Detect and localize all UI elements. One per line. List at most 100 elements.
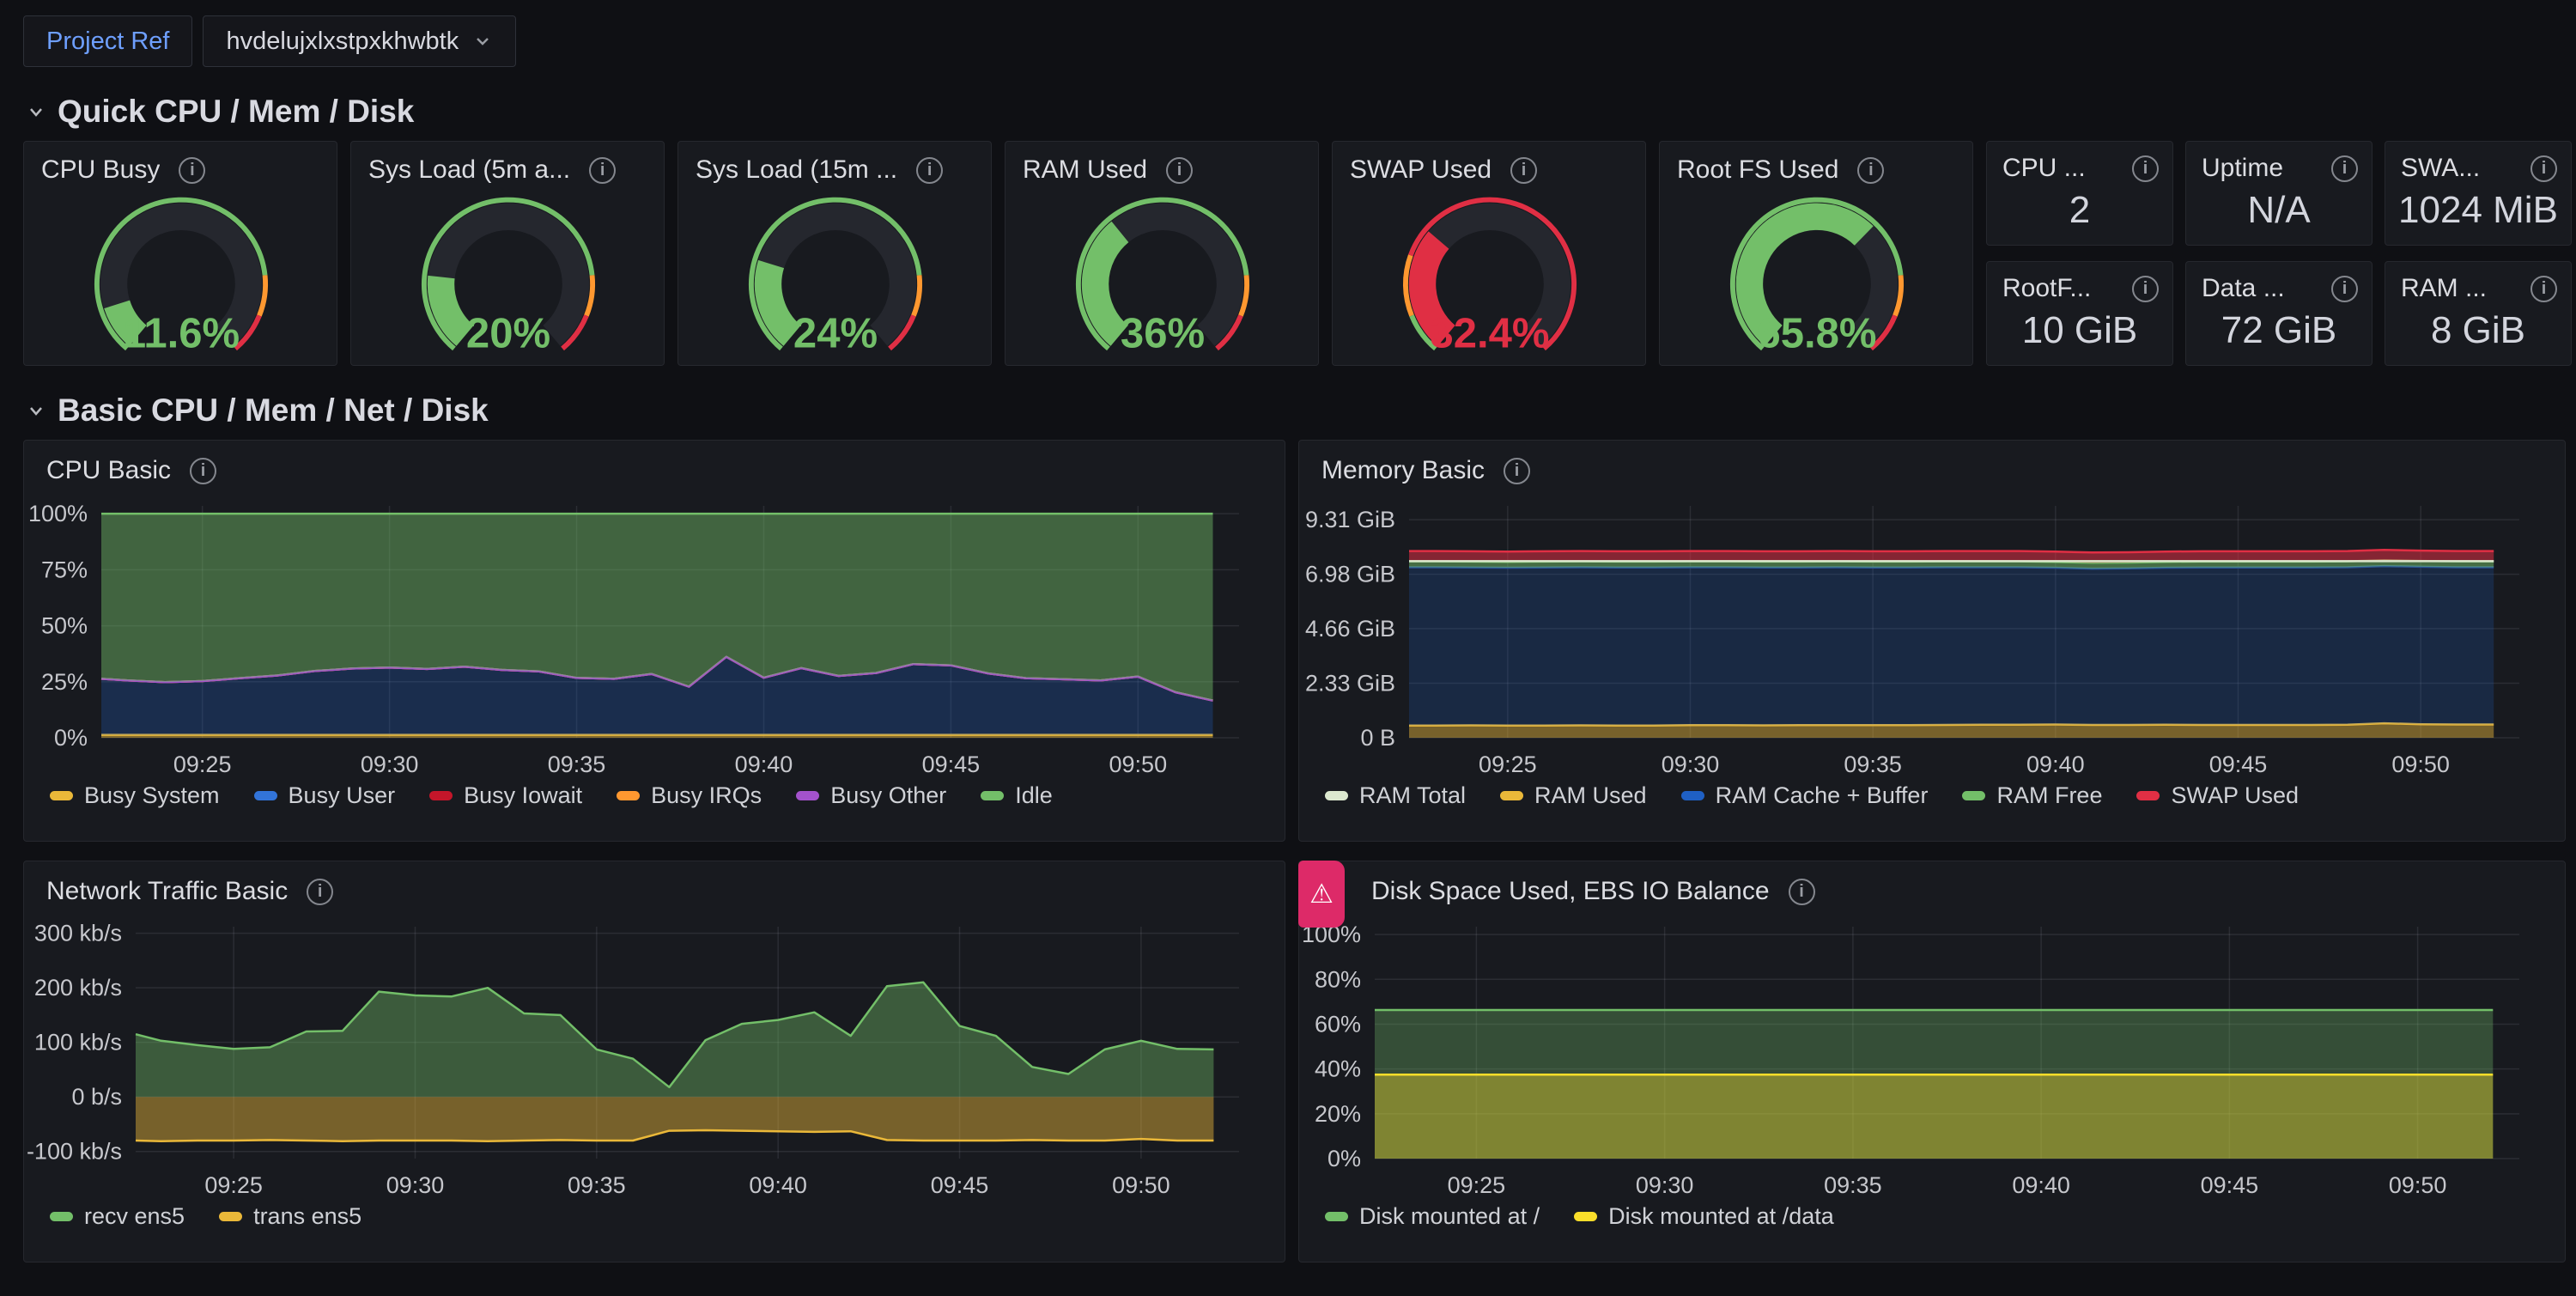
legend-item-trans-ens5[interactable]: trans ens5: [219, 1203, 361, 1230]
info-icon[interactable]: i: [2132, 155, 2159, 182]
legend-item-busy-system[interactable]: Busy System: [50, 782, 220, 809]
panel-title[interactable]: Disk Space Used, EBS IO Balance: [1371, 877, 1770, 906]
info-icon[interactable]: i: [589, 157, 616, 184]
panel-title[interactable]: RAM ...: [2401, 274, 2487, 303]
legend-item-busy-irqs[interactable]: Busy IRQs: [617, 782, 762, 809]
info-icon[interactable]: i: [1857, 157, 1884, 184]
chart-cpu[interactable]: 100%75%50%25%0%09:2509:3009:3509:4009:45…: [24, 492, 1286, 776]
svg-text:300 kb/s: 300 kb/s: [34, 921, 122, 946]
chevron-down-icon: [472, 31, 493, 52]
chart-disk[interactable]: 100%80%60%40%20%0%09:2509:3009:3509:4009…: [1299, 913, 2567, 1196]
panel-title[interactable]: CPU Busy: [41, 155, 160, 185]
gauge-panel-cpu-busy: CPU Busy i 11.6%: [23, 141, 337, 366]
gauge-value: 20%: [466, 310, 550, 356]
gauge-value: 11.6%: [123, 310, 240, 356]
panel-title[interactable]: Network Traffic Basic: [46, 877, 288, 906]
legend-swatch: [2136, 791, 2160, 800]
svg-text:09:25: 09:25: [1479, 751, 1537, 776]
svg-text:0 B: 0 B: [1360, 725, 1395, 751]
panel-title[interactable]: Sys Load (5m a...: [368, 155, 570, 185]
svg-text:09:45: 09:45: [931, 1172, 989, 1196]
legend-item-ram-total[interactable]: RAM Total: [1325, 782, 1466, 809]
panel-title[interactable]: CPU Basic: [46, 456, 171, 485]
legend-item-recv-ens5[interactable]: recv ens5: [50, 1203, 185, 1230]
legend: RAM Total RAM Used RAM Cache + Buffer RAM F…: [1299, 776, 2565, 809]
chart-panel-disk: ⚠Disk Space Used, EBS IO Balancei100%80%…: [1298, 861, 2566, 1263]
project-ref-dropdown[interactable]: hvdelujxlxstpxkhwbtk: [203, 15, 516, 67]
svg-text:50%: 50%: [41, 613, 88, 639]
legend-item-ram-cache-buffer[interactable]: RAM Cache + Buffer: [1681, 782, 1929, 809]
svg-text:09:25: 09:25: [1448, 1172, 1506, 1196]
gauge-panel-sys-load-15m-: Sys Load (15m ...i24%: [677, 141, 992, 366]
section-quick-cpu-mem-disk[interactable]: Quick CPU / Mem / Disk: [25, 93, 2553, 131]
panel-title[interactable]: Memory Basic: [1321, 456, 1485, 485]
panel-title[interactable]: SWAP Used: [1350, 155, 1492, 185]
chart-panel-memory: Memory Basici9.31 GiB6.98 GiB4.66 GiB2.3…: [1298, 440, 2566, 842]
legend-item-busy-user[interactable]: Busy User: [254, 782, 396, 809]
gauge-panel-root-fs-used: Root FS Usedi65.8%: [1659, 141, 1973, 366]
legend-label: Disk mounted at /: [1359, 1203, 1540, 1230]
info-icon[interactable]: i: [190, 458, 216, 484]
legend: Disk mounted at / Disk mounted at /data: [1299, 1196, 2565, 1230]
panel-title[interactable]: CPU ...: [2002, 154, 2086, 183]
panel-title[interactable]: Sys Load (15m ...: [696, 155, 897, 185]
chart-memory[interactable]: 9.31 GiB6.98 GiB4.66 GiB2.33 GiB0 B09:25…: [1299, 492, 2567, 776]
info-icon[interactable]: i: [1504, 458, 1530, 484]
svg-text:09:40: 09:40: [2012, 1172, 2070, 1196]
info-icon[interactable]: i: [2331, 155, 2358, 182]
section-basic-cpu-mem-net-disk[interactable]: Basic CPU / Mem / Net / Disk: [25, 392, 2553, 429]
info-icon[interactable]: i: [2132, 276, 2159, 302]
svg-text:20%: 20%: [1315, 1101, 1361, 1127]
svg-text:09:50: 09:50: [2391, 751, 2450, 776]
variable-label-text: Project Ref: [46, 27, 169, 56]
svg-text:0%: 0%: [1327, 1146, 1361, 1171]
legend-label: Busy User: [289, 782, 396, 809]
info-icon[interactable]: i: [1166, 157, 1193, 184]
info-icon[interactable]: i: [179, 157, 205, 184]
stat-value: 2: [1987, 183, 2172, 245]
svg-text:0 b/s: 0 b/s: [71, 1084, 122, 1110]
info-icon[interactable]: i: [307, 879, 333, 905]
panel-title[interactable]: Data ...: [2202, 274, 2285, 303]
info-icon[interactable]: i: [2530, 155, 2557, 182]
legend-label: Busy IRQs: [651, 782, 762, 809]
alert-icon[interactable]: ⚠: [1298, 861, 1345, 928]
legend-swatch: [254, 791, 277, 800]
svg-text:09:45: 09:45: [922, 751, 981, 776]
panel-title[interactable]: Root FS Used: [1677, 155, 1838, 185]
panel-title[interactable]: RootF...: [2002, 274, 2091, 303]
stat-panel-data-: Data ...i72 GiB: [2185, 261, 2372, 366]
svg-text:200 kb/s: 200 kb/s: [34, 975, 122, 1001]
svg-text:09:35: 09:35: [1844, 751, 1902, 776]
panel-title[interactable]: RAM Used: [1023, 155, 1147, 185]
stat-panel-ram-: RAM ...i8 GiB: [2385, 261, 2572, 366]
legend-item-busy-iowait[interactable]: Busy Iowait: [429, 782, 582, 809]
info-icon[interactable]: i: [1789, 879, 1815, 905]
info-icon[interactable]: i: [2530, 276, 2557, 302]
info-icon[interactable]: i: [916, 157, 943, 184]
info-icon[interactable]: i: [2331, 276, 2358, 302]
info-icon[interactable]: i: [1510, 157, 1537, 184]
stat-panel-rootf-: RootF...i10 GiB: [1986, 261, 2173, 366]
panel-title[interactable]: SWA...: [2401, 154, 2480, 183]
legend-swatch: [1962, 791, 1985, 800]
legend-label: Idle: [1015, 782, 1053, 809]
svg-text:100 kb/s: 100 kb/s: [34, 1030, 122, 1056]
svg-text:09:50: 09:50: [2389, 1172, 2447, 1196]
svg-text:09:40: 09:40: [735, 751, 793, 776]
chart-panel-network: Network Traffic Basic i 300 kb/s 200 kb/s 10…: [23, 861, 1285, 1263]
legend-item-ram-used[interactable]: RAM Used: [1500, 782, 1647, 809]
panel-title[interactable]: Uptime: [2202, 154, 2283, 183]
variable-label: Project Ref: [23, 15, 192, 67]
legend-item-swap-used[interactable]: SWAP Used: [2136, 782, 2299, 809]
svg-text:09:45: 09:45: [2209, 751, 2268, 776]
legend-item-idle[interactable]: Idle: [981, 782, 1053, 809]
legend: Busy System Busy User Busy Iowait Busy IRQs…: [24, 776, 1285, 809]
legend-label: trans ens5: [253, 1203, 361, 1230]
legend-item-busy-other[interactable]: Busy Other: [796, 782, 946, 809]
legend-item-disk-mounted-at-data[interactable]: Disk mounted at /data: [1574, 1203, 1834, 1230]
svg-text:09:35: 09:35: [1824, 1172, 1882, 1196]
chart-network[interactable]: 300 kb/s200 kb/s100 kb/s0 b/s-100 kb/s09…: [24, 913, 1286, 1196]
legend-item-ram-free[interactable]: RAM Free: [1962, 782, 2102, 809]
legend-item-disk-mounted-at-[interactable]: Disk mounted at /: [1325, 1203, 1540, 1230]
